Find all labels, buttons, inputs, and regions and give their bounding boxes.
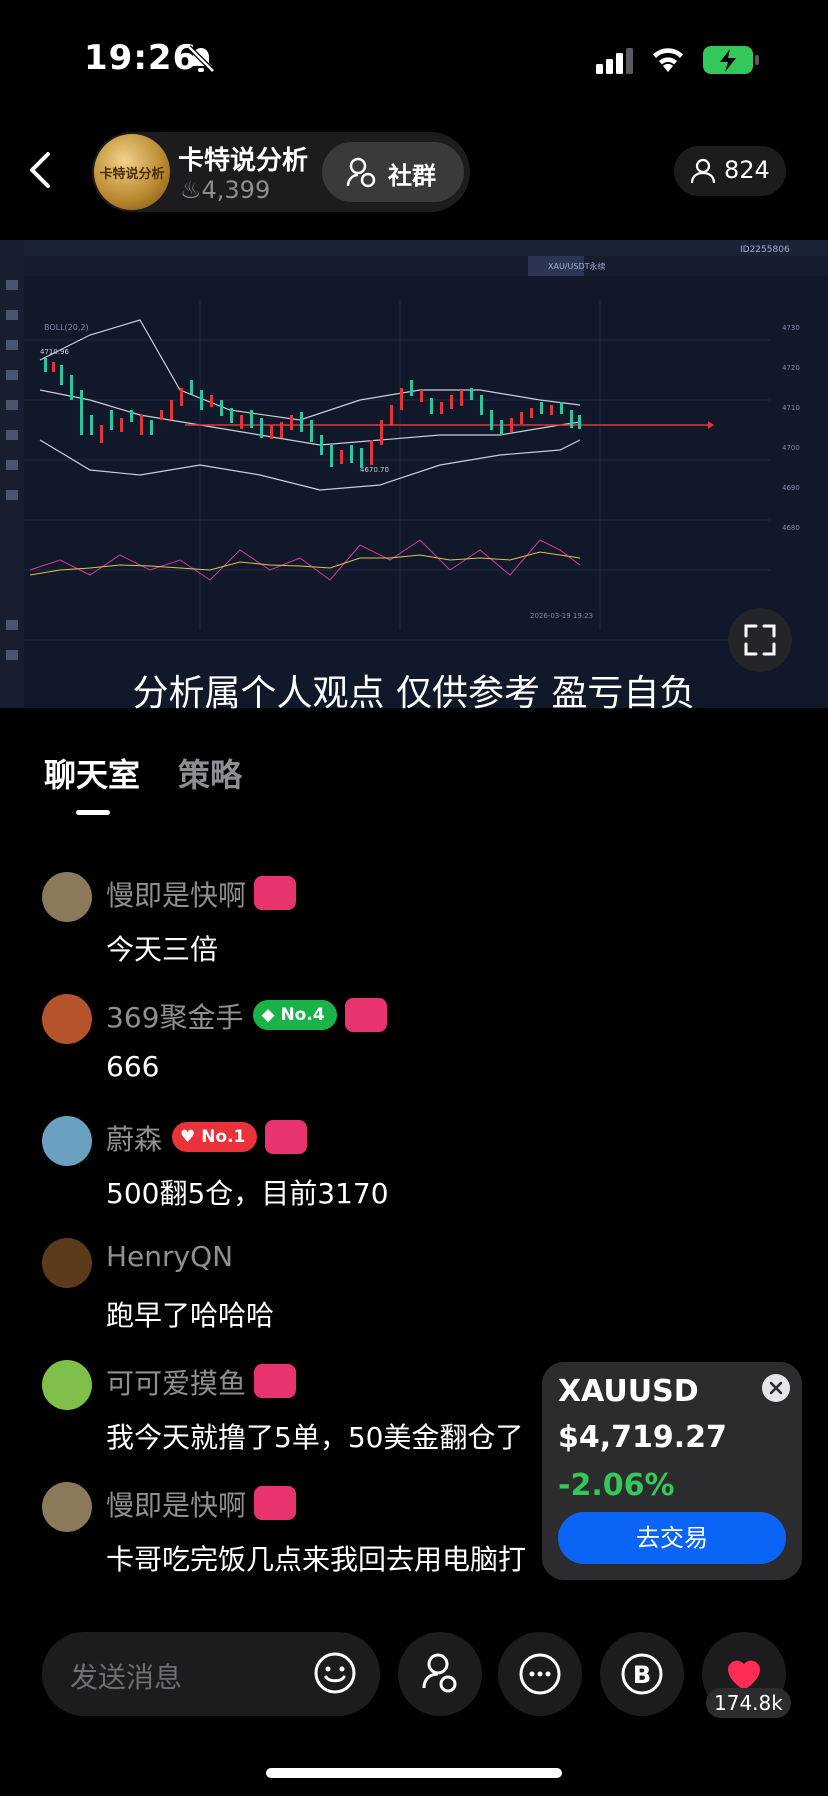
- close-icon: [769, 1381, 783, 1395]
- user-avatar[interactable]: [42, 1116, 92, 1166]
- user-avatar[interactable]: [42, 994, 92, 1044]
- flame-icon: ♨: [180, 176, 202, 204]
- battery-charging-icon: [703, 46, 759, 74]
- quote-symbol: XAUUSD: [558, 1374, 699, 1409]
- chat-text: 跑早了哈哈哈: [106, 1299, 275, 1332]
- more-button[interactable]: [498, 1632, 582, 1716]
- chart-boll-label: BOLL(20,2): [44, 323, 89, 332]
- chat-username[interactable]: HenryQN: [106, 1240, 233, 1273]
- svg-text:4690: 4690: [782, 484, 800, 492]
- chat-text: 今天三倍: [106, 933, 219, 966]
- host-avatar[interactable]: 卡特说分析: [94, 134, 170, 210]
- active-tab-indicator: [76, 810, 110, 815]
- chart-low-label: 4670.70: [360, 466, 389, 474]
- chart-symbol: XAU/USDT永续: [548, 261, 605, 271]
- back-arrow-icon[interactable]: [28, 150, 52, 190]
- user-avatar[interactable]: [42, 1360, 92, 1410]
- chart-date-label: 2026-03-19 19:23: [530, 612, 593, 620]
- fullscreen-button[interactable]: [728, 608, 792, 672]
- message-input-placeholder: 发送消息: [70, 1661, 183, 1694]
- bitcoin-button[interactable]: B: [600, 1632, 684, 1716]
- emoji-icon[interactable]: [312, 1650, 358, 1696]
- cellular-signal-icon: [596, 48, 633, 74]
- close-quote-button[interactable]: [762, 1374, 790, 1402]
- like-count: 174.8k: [706, 1688, 791, 1718]
- chat-username[interactable]: 蔚森 ♥ No.1: [106, 1118, 308, 1158]
- fan-heart-badge-icon: [254, 1364, 297, 1398]
- quote-change: -2.06%: [558, 1468, 675, 1503]
- chart-high-label: 4710.96: [40, 348, 69, 356]
- chat-username[interactable]: 慢即是快啊: [106, 874, 297, 914]
- host-avatar-logo: 卡特说分析: [99, 166, 165, 182]
- more-dots-icon: [519, 1653, 561, 1695]
- home-indicator[interactable]: [266, 1768, 562, 1778]
- user-avatar[interactable]: [42, 1238, 92, 1288]
- host-likes: ♨4,399: [180, 176, 271, 204]
- svg-text:4680: 4680: [782, 524, 800, 532]
- svg-text:4730: 4730: [782, 324, 800, 332]
- tab-chatroom[interactable]: 聊天室: [44, 750, 140, 796]
- group-button-label: 社群: [388, 162, 436, 190]
- chat-text: 卡哥吃完饭几点来我回去用电脑打: [106, 1543, 527, 1576]
- chat-text: 500翻5仓，目前3170: [106, 1177, 389, 1210]
- person-icon: [690, 158, 716, 184]
- tab-strategy[interactable]: 策略: [178, 750, 242, 796]
- live-stream-video[interactable]: XAU/USDT永续 ID2255806 BOLL(20,2) 4670.70 …: [0, 240, 828, 708]
- bell-muted-icon: [187, 45, 215, 73]
- status-time: 19:26: [84, 38, 198, 78]
- trading-chart-screen: XAU/USDT永续 ID2255806 BOLL(20,2) 4670.70 …: [0, 240, 828, 708]
- chat-text: 我今天就撸了5单，50美金翻仓了: [106, 1421, 524, 1454]
- chat-username[interactable]: 可可爱摸鱼: [106, 1362, 297, 1402]
- bitcoin-icon: B: [621, 1653, 663, 1695]
- fan-heart-badge-icon: [344, 998, 387, 1032]
- fullscreen-icon: [744, 624, 776, 656]
- chat-username[interactable]: 慢即是快啊: [106, 1484, 297, 1524]
- diamond-icon: ◆: [261, 1005, 281, 1025]
- user-avatar[interactable]: [42, 1482, 92, 1532]
- group-icon: [346, 157, 376, 188]
- heart-icon: ♥: [180, 1127, 202, 1147]
- chart-user-id: ID2255806: [740, 245, 790, 255]
- chat-username[interactable]: 369聚金手 ◆ No.4: [106, 996, 387, 1036]
- chat-text: 666: [106, 1050, 160, 1083]
- svg-text:4710: 4710: [782, 404, 800, 412]
- svg-text:4700: 4700: [782, 444, 800, 452]
- stream-caption: 分析属个人观点 仅供参考 盈亏自负: [132, 673, 696, 714]
- fan-heart-badge-icon: [254, 1486, 297, 1520]
- user-avatar[interactable]: [42, 872, 92, 922]
- trade-button[interactable]: 去交易: [558, 1512, 786, 1564]
- svg-text:4720: 4720: [782, 364, 800, 372]
- wifi-icon: [653, 48, 683, 72]
- svg-text:B: B: [633, 1661, 651, 1689]
- host-name: 卡特说分析: [178, 146, 309, 176]
- rank-badge: ◆ No.4: [253, 1000, 337, 1030]
- viewer-count: 824: [724, 156, 770, 184]
- quote-price: $4,719.27: [558, 1420, 727, 1455]
- person-settings-icon: [422, 1653, 457, 1693]
- follow-user-button[interactable]: [398, 1632, 482, 1716]
- fan-heart-badge-icon: [254, 876, 297, 910]
- rank-badge: ♥ No.1: [172, 1122, 258, 1152]
- fan-heart-badge-icon: [265, 1120, 308, 1154]
